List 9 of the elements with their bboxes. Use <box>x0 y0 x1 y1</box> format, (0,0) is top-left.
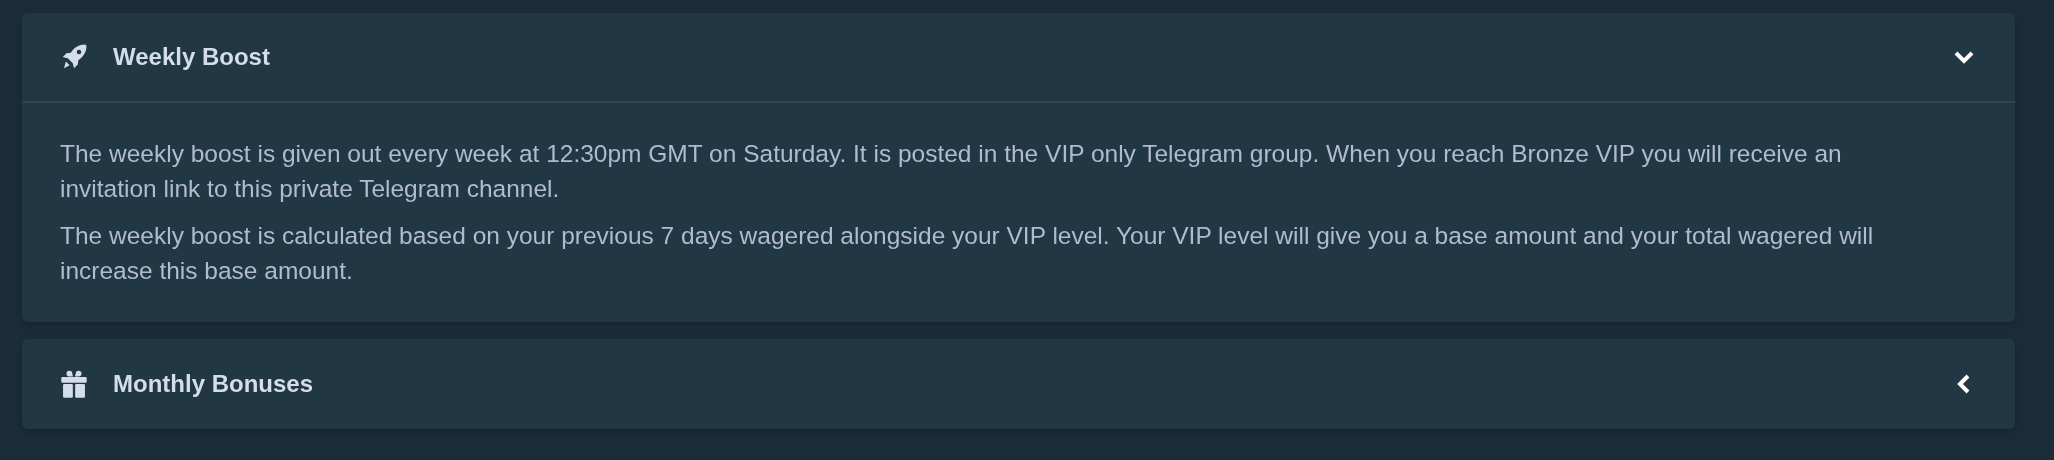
description-paragraph: The weekly boost is calculated based on your previous 7 days wagered alongside your VIP level. Your VIP level will give you a base amount and your total wagered will increase this base amount. <box>60 221 1875 286</box>
description-paragraph: The weekly boost is given out every week at 12:30pm GMT on Saturday. It is posted in the VIP only Telegram group. When you reach Bronze VIP you will receive an invitation link to this private Telegram channel. <box>60 139 1843 204</box>
gift-icon <box>60 369 88 399</box>
accordion-header[interactable]: Weekly Boost <box>22 13 2015 103</box>
chevron-down-icon[interactable] <box>1953 50 1975 64</box>
section-title: Monthly Bonuses <box>113 369 313 399</box>
chevron-left-icon[interactable] <box>1957 373 1971 395</box>
section-title: Weekly Boost <box>113 42 270 72</box>
accordion-header[interactable]: Monthly Bonuses <box>22 339 2015 429</box>
